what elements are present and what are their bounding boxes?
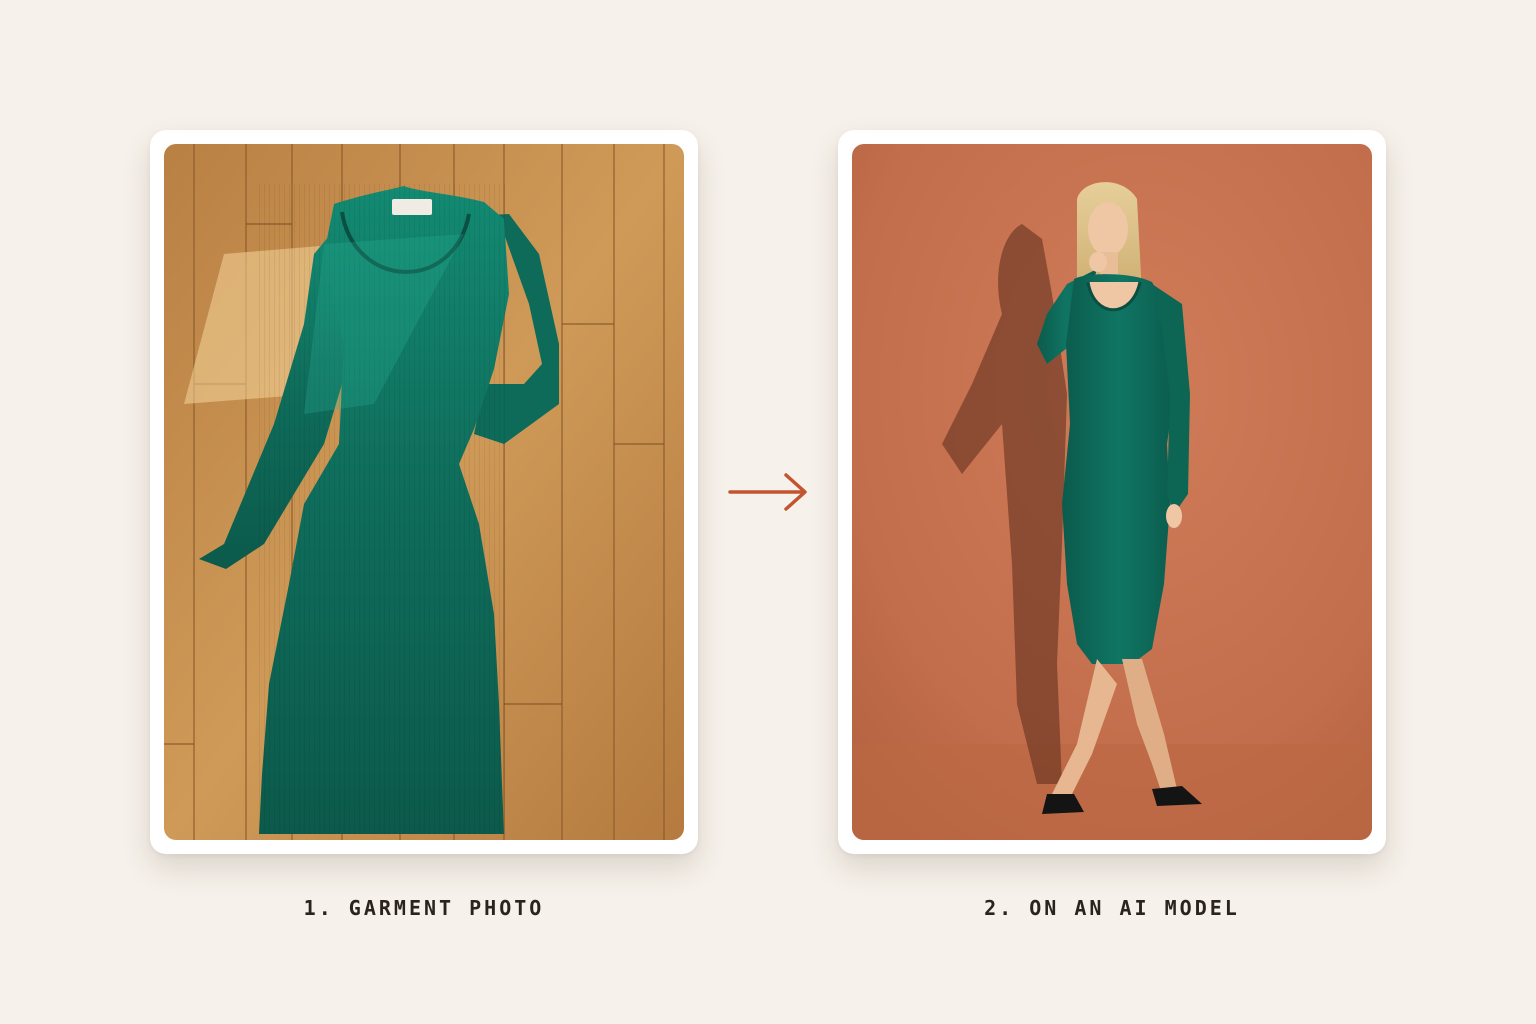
- step-1-caption: 1. GARMENT PHOTO: [303, 896, 545, 920]
- arrow-right-icon: [728, 473, 807, 511]
- ai-model-photo-card: [838, 130, 1386, 854]
- ai-model-photo: [852, 144, 1372, 840]
- garment-photo-card: [150, 130, 698, 854]
- step-2-caption: 2. ON AN AI MODEL: [984, 896, 1240, 920]
- garment-photo: [164, 144, 684, 840]
- comparison-stage: 1. GARMENT PHOTO 2. ON AN AI MODEL: [0, 0, 1536, 1024]
